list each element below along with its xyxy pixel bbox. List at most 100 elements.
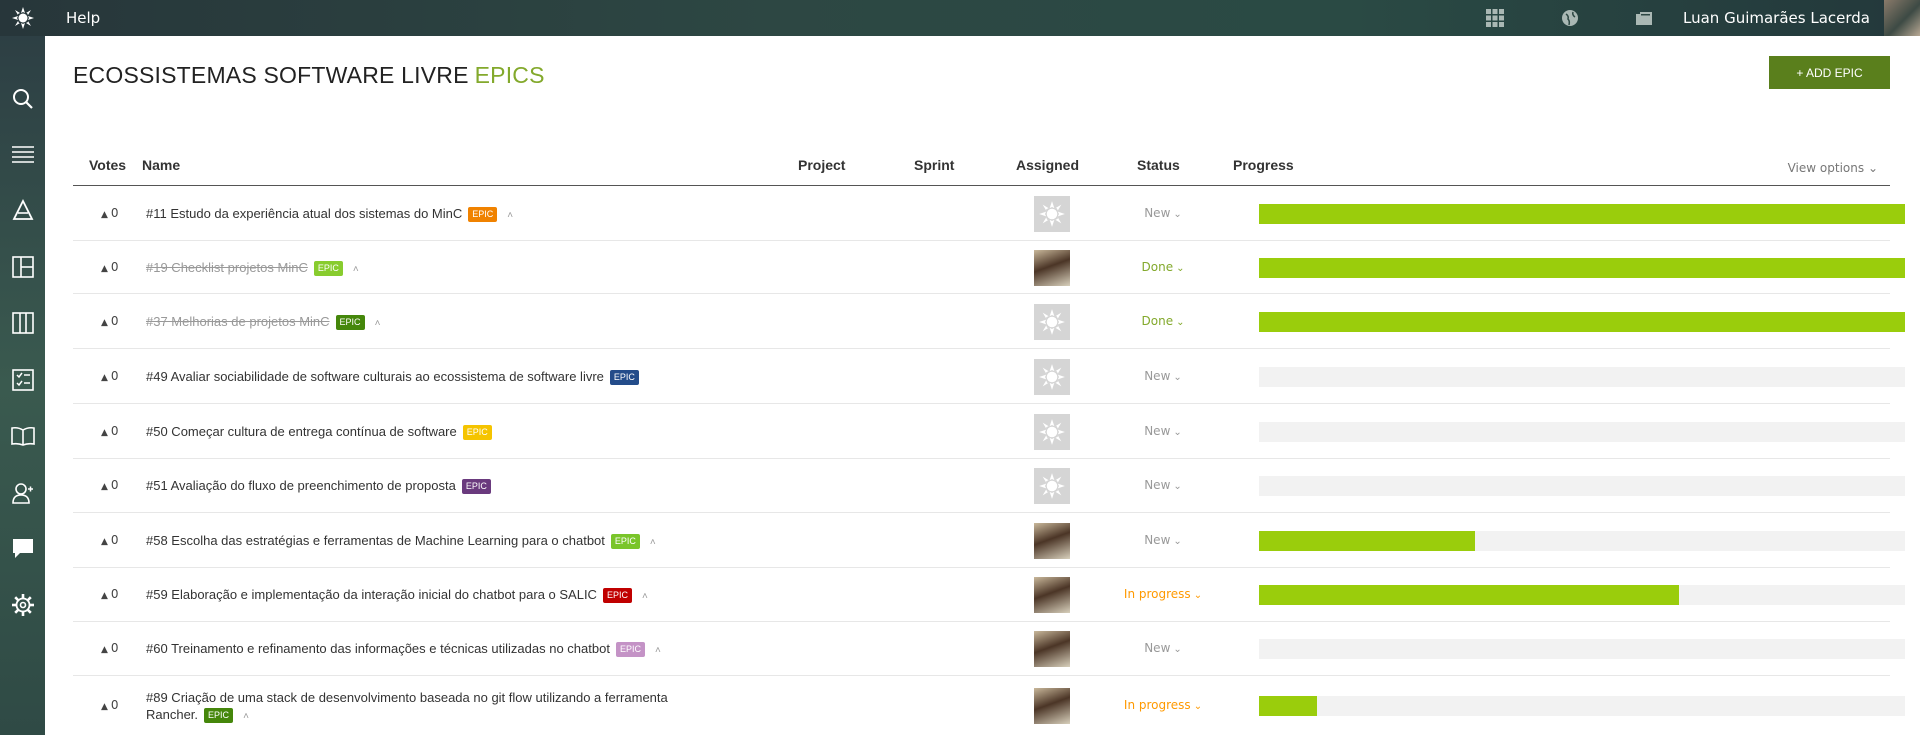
- status-dropdown[interactable]: New ⌄: [1118, 641, 1208, 655]
- assigned-avatar[interactable]: [1034, 523, 1070, 559]
- epic-name-link[interactable]: #58 Escolha das estratégias e ferramenta…: [146, 532, 656, 551]
- page-title: ECOSSISTEMAS SOFTWARE LIVRE EPICS: [73, 62, 545, 89]
- table-row[interactable]: ▲ 0 #51 Avaliação do fluxo de preenchiment…: [73, 459, 1905, 513]
- vote-button[interactable]: ▲ 0: [101, 641, 119, 655]
- assigned-avatar[interactable]: [1034, 577, 1070, 613]
- sidebar-nav: [0, 36, 45, 735]
- assigned-avatar[interactable]: [1034, 468, 1070, 504]
- progress-fill: [1259, 204, 1905, 224]
- assigned-avatar[interactable]: [1034, 688, 1070, 724]
- table-row[interactable]: ▲ 0 #11 Estudo da experiência atual dos si…: [73, 186, 1905, 241]
- taiga-logo-icon[interactable]: [0, 0, 45, 36]
- progress-bar: [1259, 258, 1905, 278]
- epic-badge: EPIC: [461, 479, 491, 494]
- assigned-avatar[interactable]: [1034, 304, 1070, 340]
- vote-button[interactable]: ▲ 0: [101, 478, 119, 492]
- epic-badge: EPIC: [468, 207, 498, 222]
- table-row[interactable]: ▲ 0 #49 Avaliar sociabilidade de software …: [73, 349, 1905, 404]
- user-avatar[interactable]: [1884, 0, 1920, 36]
- assigned-avatar[interactable]: [1034, 359, 1070, 395]
- table-row[interactable]: ▲ 0 #19 Checklist projetos MinC EPIC ˄ Done ⌄: [73, 241, 1905, 294]
- assigned-avatar[interactable]: [1034, 196, 1070, 232]
- user-name[interactable]: Luan Guimarães Lacerda: [1683, 0, 1870, 36]
- progress-fill: [1259, 258, 1905, 278]
- expand-caret-icon[interactable]: ˄: [642, 588, 648, 605]
- wiki-book-icon[interactable]: [0, 414, 45, 458]
- view-options-label: View options: [1787, 161, 1865, 175]
- vote-button[interactable]: ▲ 0: [101, 698, 119, 712]
- epic-name-link[interactable]: #50 Começar cultura de entrega contínua …: [146, 423, 492, 440]
- expand-caret-icon[interactable]: ˄: [507, 207, 513, 224]
- expand-caret-icon[interactable]: ˄: [375, 315, 381, 332]
- upvote-arrow-icon: ▲: [101, 537, 108, 547]
- epic-name-link[interactable]: #11 Estudo da experiência atual dos sist…: [146, 205, 513, 224]
- vote-button[interactable]: ▲ 0: [101, 260, 119, 274]
- status-dropdown[interactable]: In progress ⌄: [1118, 587, 1208, 601]
- status-dropdown[interactable]: New ⌄: [1118, 369, 1208, 383]
- assigned-avatar[interactable]: [1034, 414, 1070, 450]
- status-label: New: [1144, 641, 1171, 655]
- chevron-down-icon: ⌄: [1173, 536, 1182, 547]
- vote-button[interactable]: ▲ 0: [101, 206, 119, 220]
- table-row[interactable]: ▲ 0 #58 Escolha das estratégias e ferramen…: [73, 513, 1905, 568]
- vote-button[interactable]: ▲ 0: [101, 587, 119, 601]
- chat-icon[interactable]: [0, 527, 45, 571]
- status-dropdown[interactable]: New ⌄: [1118, 533, 1208, 547]
- assigned-avatar[interactable]: [1034, 631, 1070, 667]
- add-epic-button[interactable]: + ADD EPIC: [1769, 56, 1890, 89]
- vote-button[interactable]: ▲ 0: [101, 424, 119, 438]
- team-icon[interactable]: [0, 471, 45, 515]
- chevron-down-icon: ⌄: [1173, 481, 1182, 492]
- table-row[interactable]: ▲ 0 #59 Elaboração e implementação da inte…: [73, 568, 1905, 622]
- vote-count: 0: [110, 478, 119, 492]
- issues-checklist-icon[interactable]: [0, 358, 45, 402]
- notifications-box-icon[interactable]: [1634, 8, 1654, 28]
- status-dropdown[interactable]: Done ⌄: [1118, 314, 1208, 328]
- header-status: Status: [1137, 157, 1180, 173]
- status-dropdown[interactable]: New ⌄: [1118, 206, 1208, 220]
- expand-caret-icon[interactable]: ˄: [243, 708, 249, 725]
- search-icon[interactable]: [0, 77, 45, 121]
- epic-name-text: #51 Avaliação do fluxo de preenchimento …: [146, 478, 456, 493]
- vote-button[interactable]: ▲ 0: [101, 369, 119, 383]
- projects-grid-icon[interactable]: [1485, 8, 1505, 28]
- view-options-dropdown[interactable]: View options ⌄: [1788, 161, 1878, 175]
- progress-bar: [1259, 367, 1905, 387]
- status-dropdown[interactable]: New ⌄: [1118, 424, 1208, 438]
- assigned-avatar[interactable]: [1034, 250, 1070, 286]
- kanban-icon[interactable]: [0, 245, 45, 289]
- expand-caret-icon[interactable]: ˄: [353, 261, 359, 278]
- status-label: Done: [1141, 314, 1174, 328]
- epic-name-link[interactable]: #37 Melhorias de projetos MinC EPIC ˄: [146, 313, 380, 332]
- table-row[interactable]: ▲ 0 #60 Treinamento e refinamento das info…: [73, 622, 1905, 676]
- vote-count: 0: [110, 314, 119, 328]
- epic-name-link[interactable]: #49 Avaliar sociabilidade de software cu…: [146, 368, 639, 385]
- taskboard-icon[interactable]: [0, 301, 45, 345]
- status-dropdown[interactable]: New ⌄: [1118, 478, 1208, 492]
- epic-name-link[interactable]: #59 Elaboração e implementação da intera…: [146, 586, 648, 605]
- epic-name-link[interactable]: #19 Checklist projetos MinC EPIC ˄: [146, 259, 359, 278]
- epic-name-link[interactable]: #60 Treinamento e refinamento das inform…: [146, 640, 661, 659]
- epic-name-link[interactable]: #89 Criação de uma stack de desenvolvime…: [146, 689, 686, 725]
- settings-icon[interactable]: [0, 583, 45, 627]
- vote-count: 0: [110, 533, 119, 547]
- table-row[interactable]: ▲ 0 #37 Melhorias de projetos MinC EPIC ˄ Don…: [73, 294, 1905, 349]
- epic-badge: EPIC: [610, 534, 640, 549]
- epic-name-text: #60 Treinamento e refinamento das inform…: [146, 641, 610, 656]
- upvote-arrow-icon: ▲: [101, 428, 108, 438]
- status-dropdown[interactable]: In progress ⌄: [1118, 698, 1208, 712]
- help-link[interactable]: Help: [66, 0, 100, 36]
- vote-button[interactable]: ▲ 0: [101, 533, 119, 547]
- chevron-down-icon: ⌄: [1173, 644, 1182, 655]
- epic-name-link[interactable]: #51 Avaliação do fluxo de preenchimento …: [146, 477, 491, 494]
- epics-triangle-icon[interactable]: [0, 188, 45, 232]
- upvote-arrow-icon: ▲: [101, 264, 108, 274]
- table-row[interactable]: ▲ 0 #89 Criação de uma stack de desenvolvi…: [73, 676, 1905, 735]
- backlog-icon[interactable]: [0, 133, 45, 177]
- discover-globe-icon[interactable]: [1560, 8, 1580, 28]
- vote-button[interactable]: ▲ 0: [101, 314, 119, 328]
- table-row[interactable]: ▲ 0 #50 Começar cultura de entrega contínu…: [73, 404, 1905, 459]
- expand-caret-icon[interactable]: ˄: [650, 534, 656, 551]
- expand-caret-icon[interactable]: ˄: [655, 642, 661, 659]
- status-dropdown[interactable]: Done ⌄: [1118, 260, 1208, 274]
